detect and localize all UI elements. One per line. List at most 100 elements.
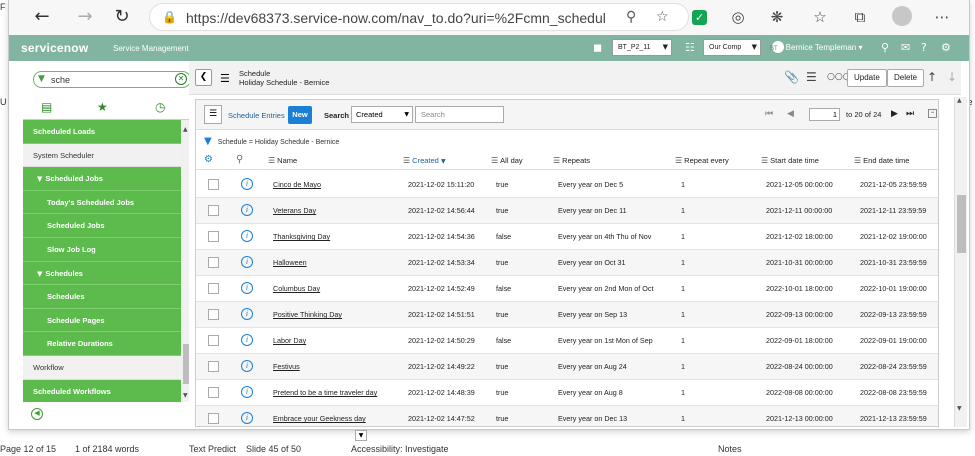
sidebar-item[interactable]: Schedule Pages [23,308,181,333]
row-checkbox[interactable] [208,413,219,424]
record-link[interactable]: Embrace your Geekness day [273,414,366,423]
zoom-icon[interactable]: ⚲ [626,9,636,25]
info-icon[interactable]: i [241,308,253,320]
row-checkbox[interactable] [208,205,219,216]
more-icon[interactable]: ⋯ [932,7,952,27]
filter-icon[interactable]: ▼ [204,136,212,147]
navigator-filter[interactable]: ▼ sche ✕ [33,71,191,88]
filter-input[interactable]: sche [51,75,70,85]
status-notes[interactable]: Notes [718,444,742,454]
collections-icon[interactable]: ⧉ [850,7,870,27]
new-button[interactable]: New [288,106,312,124]
delete-button[interactable]: Delete [887,69,925,87]
column-header-end[interactable]: ☰ End date time [854,156,909,165]
record-link[interactable]: Columbus Day [273,284,320,293]
page-input[interactable]: 1 [809,108,840,121]
scroll-up-icon[interactable]: ▲ [183,126,188,133]
column-header-created[interactable]: ☰ Created ▼ [403,156,446,165]
prev-page-icon[interactable]: ◀ [787,109,794,119]
domain-select[interactable]: Our Comp ▼ [703,39,761,56]
update-button[interactable]: Update [847,69,887,87]
record-link[interactable]: Positive Thinking Day [273,310,342,319]
scroll-down-icon[interactable]: ▼ [957,405,962,412]
form-menu-icon[interactable]: ☰ [220,72,230,85]
row-checkbox[interactable] [208,309,219,320]
forward-icon[interactable]: → [72,5,98,29]
row-checkbox[interactable] [208,387,219,398]
personalize-list-icon[interactable]: ⚙ [204,154,213,165]
sidebar-item[interactable]: System Scheduler [23,143,181,168]
info-icon[interactable]: i [241,204,253,216]
next-page-icon[interactable]: ▶ [891,109,898,119]
url-text[interactable]: https://dev68373.service-now.com/nav_to.… [186,10,606,26]
expand-triangle-icon[interactable]: ▼ [37,175,42,183]
table-row[interactable]: i Columbus Day 2021-12-02 14:52:49 false Eve… [196,276,938,302]
record-link[interactable]: Thanksgiving Day [273,232,330,241]
row-checkbox[interactable] [208,257,219,268]
favorites-star-icon[interactable]: ★ [97,100,108,114]
sidebar-item[interactable]: Relative Durations [23,332,181,356]
info-icon[interactable]: i [241,334,253,346]
table-row[interactable]: i Embrace your Geekness day 2021-12-02 14:… [196,406,938,426]
hierarchy-icon[interactable]: ☷ [685,41,695,54]
sidebar-item[interactable]: ▼ Scheduled Jobs [23,167,181,191]
breadcrumb-text[interactable]: Schedule = Holiday Schedule - Bernice [218,139,340,146]
chevron-down-icon[interactable]: ▼ [355,430,367,441]
sidebar-item[interactable]: Slow Job Log [23,237,181,262]
row-checkbox[interactable] [208,361,219,372]
info-icon[interactable]: i [241,230,253,242]
first-page-icon[interactable]: ⏮ [765,109,773,119]
page-scrollbar[interactable]: ▲ ▼ [954,97,967,427]
scroll-down-icon[interactable]: ▼ [183,392,188,399]
record-link[interactable]: Halloween [273,258,307,267]
record-link[interactable]: Labor Day [273,336,306,345]
last-page-icon[interactable]: ⏭ [906,109,914,119]
sidebar-item[interactable]: ▼ Schedules [23,261,181,286]
record-link[interactable]: Festivus [273,362,300,371]
clear-filter-icon[interactable]: ✕ [175,73,187,85]
table-row[interactable]: i Veterans Day 2021-12-02 14:56:44 true Ever… [196,198,938,224]
sidebar-item[interactable]: Workflow [23,355,181,380]
record-link[interactable]: Veterans Day [273,206,316,215]
status-accessibility[interactable]: Accessibility: Investigate [351,444,449,454]
row-checkbox[interactable] [208,231,219,242]
search-columns-icon[interactable]: ⚲ [236,154,243,165]
table-row[interactable]: i Pretend to be a time traveler day 2021-1… [196,380,938,406]
settings-sliders-icon[interactable]: ☰ [806,70,817,84]
table-row[interactable]: i Cinco de Mayo 2021-12-02 15:11:20 true Eve… [196,172,938,198]
puzzle-icon[interactable]: ❋ [767,7,787,27]
scroll-up-icon[interactable]: ▲ [957,97,962,104]
record-link[interactable]: Cinco de Mayo [273,180,321,189]
sidebar-item[interactable]: Scheduled Jobs [23,214,181,238]
record-link[interactable]: Pretend to be a time traveler day [273,388,377,397]
reload-icon[interactable]: ↻ [109,5,135,29]
expand-triangle-icon[interactable]: ▼ [37,270,42,278]
collapse-nav-icon[interactable]: ◀ [31,408,43,420]
sidebar-item[interactable]: Today's Scheduled Jobs [23,190,181,215]
column-header-start[interactable]: ☰ Start date time [761,156,819,165]
hotspot-icon[interactable]: ◎ [728,7,748,27]
profile-icon[interactable] [892,6,912,26]
scroll-thumb[interactable] [957,195,966,253]
back-icon[interactable]: ← [29,5,55,29]
column-header-repeat-every[interactable]: ☰ Repeat every [675,156,729,165]
info-icon[interactable]: i [241,386,253,398]
paperclip-icon[interactable]: 📎 [784,70,799,84]
address-bar[interactable]: 🔒 https://dev68373.service-now.com/nav_t… [149,3,689,31]
arrow-down-icon[interactable]: ↓ [947,70,957,84]
shield-icon[interactable]: ◼ [593,41,602,54]
table-row[interactable]: i Thanksgiving Day 2021-12-02 14:54:36 fals… [196,224,938,250]
info-icon[interactable]: i [241,282,253,294]
search-icon[interactable]: ⚲ [881,41,889,54]
help-icon[interactable]: ? [921,41,927,54]
column-header-repeats[interactable]: ☰ Repeats [553,156,590,165]
sidebar-item[interactable]: Schedules [23,285,181,309]
favorites-icon[interactable]: ☆ [810,7,830,27]
history-icon[interactable]: ◷ [155,100,165,114]
collapse-list-icon[interactable]: − [928,109,937,118]
gear-icon[interactable]: ⚙ [941,41,951,54]
sidebar-item[interactable]: Scheduled Workflows [23,379,181,402]
back-button[interactable]: ❮ [195,69,212,86]
info-icon[interactable]: i [241,256,253,268]
user-menu[interactable]: BT Bernice Templeman ▾ [770,43,862,52]
